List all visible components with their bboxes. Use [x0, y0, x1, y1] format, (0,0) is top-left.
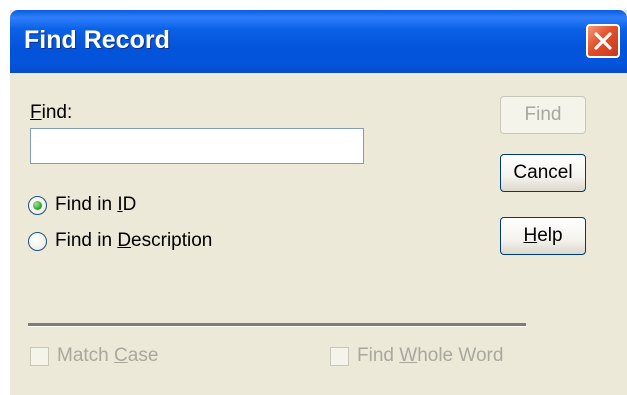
checkbox-label: Match Case	[57, 345, 159, 366]
title-bar[interactable]: Find Record	[10, 10, 627, 73]
checkbox-icon[interactable]	[330, 346, 349, 366]
find-button[interactable]: Find	[500, 96, 586, 134]
radio-unselected-icon[interactable]	[28, 231, 47, 251]
checkbox-label: Find Whole Word	[357, 345, 504, 366]
checkbox-find-whole-word[interactable]: Find Whole Word	[330, 345, 503, 367]
separator-line	[28, 323, 526, 327]
find-label: Find:	[30, 102, 73, 123]
find-input[interactable]	[30, 128, 364, 164]
close-icon	[594, 32, 612, 50]
radio-find-in-description[interactable]: Find in Description	[28, 230, 212, 252]
checkbox-match-case[interactable]: Match Case	[30, 345, 158, 367]
close-button[interactable]	[586, 24, 620, 58]
window-title: Find Record	[24, 26, 170, 54]
radio-selected-icon[interactable]	[28, 195, 47, 215]
radio-label: Find in ID	[55, 194, 137, 215]
cancel-button[interactable]: Cancel	[500, 154, 586, 192]
checkbox-icon[interactable]	[30, 346, 49, 366]
radio-find-in-id[interactable]: Find in ID	[28, 194, 136, 216]
help-button[interactable]: Help	[500, 217, 586, 255]
find-record-dialog: Find Record Find: Find Cancel Help Find …	[10, 10, 627, 395]
radio-dot	[33, 200, 42, 210]
radio-label: Find in Description	[55, 230, 213, 251]
